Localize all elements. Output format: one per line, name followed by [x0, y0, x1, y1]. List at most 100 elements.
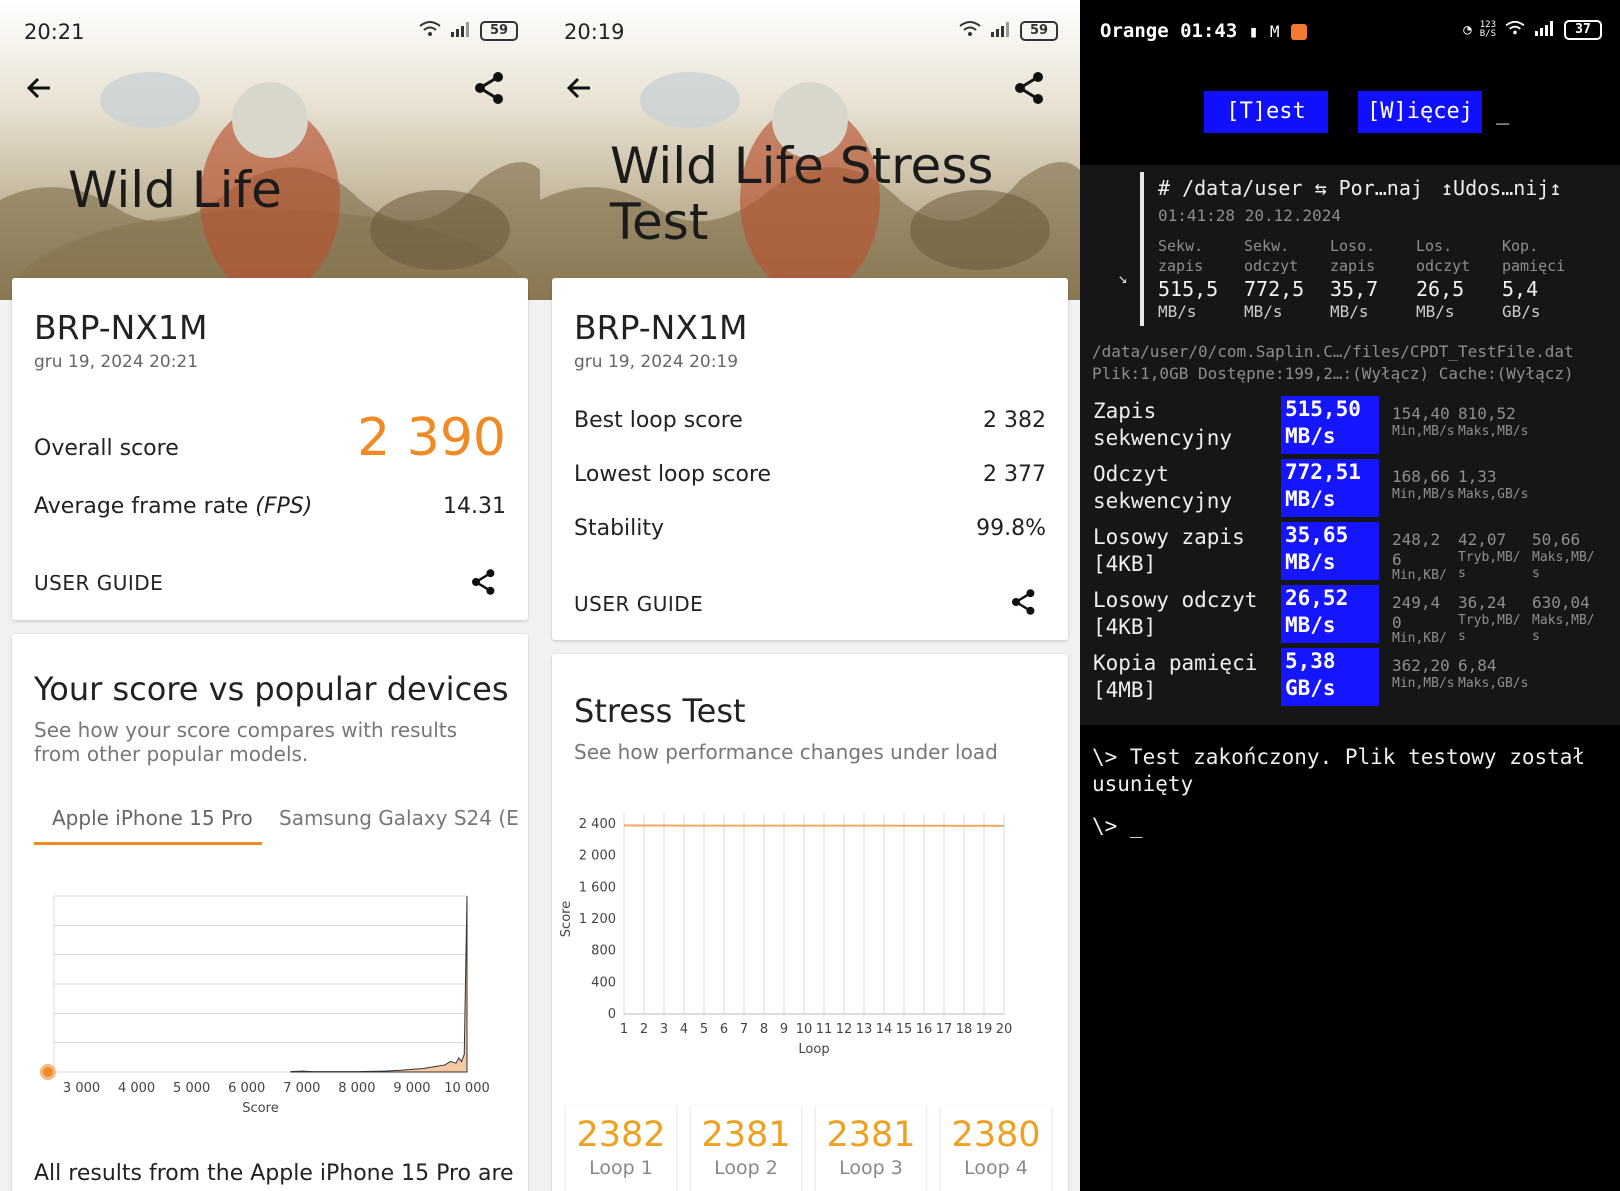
status-bar: 20:19 59 [540, 0, 1080, 64]
x-tick-label: 7 [740, 1022, 748, 1037]
summary-unit: MB/s [1416, 302, 1455, 321]
loop-score: 2380 [951, 1115, 1041, 1155]
share-icon [1012, 589, 1035, 615]
compare-button[interactable]: ⇆ Por…naj [1315, 176, 1423, 200]
x-tick-label: 5 000 [173, 1081, 210, 1096]
back-arrow-icon [566, 77, 590, 99]
x-tick-label: 3 [660, 1022, 668, 1037]
wifi-icon [418, 20, 442, 42]
active-tab-indicator [34, 842, 262, 845]
operation-result: 515,50 MB/s [1281, 396, 1379, 454]
summary-unit: MB/s [1158, 302, 1197, 321]
x-tick-label: 19 [976, 1022, 993, 1037]
summary-column: Sekw. zapis 515,5 MB/s [1158, 236, 1242, 322]
loop-tile: 2381 Loop 3 [816, 1105, 926, 1191]
wifi-icon [1504, 20, 1526, 40]
operation-stat-c: 630,04 [1532, 593, 1590, 612]
x-tick-label: 9 [780, 1022, 788, 1037]
status-bar-right: ◔ 123 B/S 37 [1463, 20, 1602, 40]
x-tick-label: 13 [856, 1022, 873, 1037]
user-guide-link[interactable]: USER GUIDE [34, 571, 163, 595]
loop-tile: 2381 Loop 2 [691, 1105, 801, 1191]
y-tick-label: 0 [608, 1007, 616, 1022]
operation-stat-a: 362,20 [1392, 656, 1450, 675]
back-button[interactable] [20, 68, 60, 108]
summary-column: Loso. zapis 35,7 MB/s [1330, 236, 1414, 322]
card-share-button[interactable] [468, 566, 500, 598]
x-tick-label: 1 [620, 1022, 628, 1037]
selected-result-marker [1140, 172, 1144, 326]
operation-stat-a: 154,40 [1392, 404, 1450, 423]
x-tick-label: 8 000 [338, 1081, 375, 1096]
test-file-info: Plik:1,0GB Dostępne:199,2…:(Wyłącz) Cach… [1092, 364, 1574, 383]
operation-row: Losowy odczyt [4KB] 26,52 MB/s 249,4 0 Min,… [1080, 585, 1620, 646]
more-button[interactable]: [W]ięcej [1358, 91, 1482, 133]
score-distribution-chart: 3 000 4 000 5 000 6 000 7 000 8 000 9 000 10 00… [39, 895, 490, 1116]
battery-icon: 59 [1020, 21, 1058, 41]
tab-apple-iphone-15-pro[interactable]: Apple iPhone 15 Pro [52, 806, 253, 830]
lowest-loop-label: Lowest loop score [574, 462, 772, 487]
operation-stat-a-unit: Min,MB/s [1392, 424, 1455, 439]
operation-stat-c-unit: Maks,MB/ s [1532, 550, 1595, 581]
page-title-line-2: Test [610, 193, 709, 251]
operation-stat-b: 42,07 [1458, 530, 1507, 549]
x-tick-label: 6 000 [228, 1081, 265, 1096]
header-share-button[interactable] [1010, 68, 1050, 108]
best-loop-value: 2 382 [983, 408, 1046, 433]
data-saver-icon: ◔ [1463, 22, 1472, 38]
result-date: gru 19, 2024 20:21 [34, 352, 199, 372]
x-tick-label: 16 [916, 1022, 933, 1037]
summary-label: Sekw. odczyt [1244, 237, 1299, 275]
x-tick-label: 5 [700, 1022, 708, 1037]
wifi-icon [958, 20, 982, 42]
x-tick-label: 3 000 [63, 1081, 100, 1096]
result-path: /data/user [1182, 176, 1303, 200]
summary-label: Los. odczyt [1416, 237, 1471, 275]
card-share-button[interactable] [1008, 586, 1040, 618]
status-bar-left: Orange 01:43 ▮ M [1100, 20, 1307, 42]
operation-row: Losowy zapis [4KB] 35,65 MB/s 248,2 6 Min,K… [1080, 522, 1620, 583]
operation-row: Kopia pamięci [4MB] 5,38 GB/s 362,20 Min,MB… [1080, 648, 1620, 706]
stress-test-title: Stress Test [574, 692, 746, 730]
result-card: BRP-NX1M gru 19, 2024 20:21 Overall scor… [12, 278, 528, 620]
device-name: BRP-NX1M [34, 308, 208, 347]
loop-score: 2381 [701, 1115, 791, 1155]
page-title: Wild Life Stress Test [610, 138, 993, 250]
x-tick-label: 20 [996, 1022, 1013, 1037]
share-result-button[interactable]: ↥Udos…nij↥ [1441, 176, 1561, 200]
x-tick-label: 10 000 [444, 1081, 490, 1096]
x-tick-label: 18 [956, 1022, 973, 1037]
fps-value: 14.31 [443, 494, 506, 519]
fps-label: Average frame rate (FPS) [34, 494, 313, 519]
result-date: gru 19, 2024 20:19 [574, 352, 739, 372]
y-axis-label: Score [559, 901, 574, 937]
stress-test-chart: 1 2 3 4 5 6 7 8 9 10 11 12 13 14 15 16 17 18 19 2004008001 … [559, 814, 1013, 1057]
fps-unit: (FPS) [255, 494, 313, 519]
compare-footer-text: All results from the Apple iPhone 15 Pro… [34, 1161, 514, 1186]
expand-arrow-icon[interactable]: ↘ [1118, 268, 1128, 287]
x-tick-label: 6 [720, 1022, 728, 1037]
network-speed: 123 B/S [1479, 20, 1496, 39]
test-button[interactable]: [T]est [1204, 91, 1328, 133]
header-share-button[interactable] [470, 68, 510, 108]
summary-unit: MB/s [1330, 302, 1369, 321]
back-button[interactable] [560, 68, 600, 108]
stability-label: Stability [574, 516, 665, 541]
result-header: # /data/user ⇆ Por…naj ↥Udos…nij↥ [1158, 176, 1561, 200]
operation-row: Zapis sekwencyjny 515,50 MB/s 154,40 Min,MB… [1080, 396, 1620, 454]
operation-stat-c: 50,66 [1532, 530, 1581, 549]
best-loop-label: Best loop score [574, 408, 743, 433]
operation-stat-b-unit: Tryb,MB/ s [1458, 550, 1521, 581]
back-arrow-icon [26, 77, 50, 99]
tab-samsung-galaxy-s24[interactable]: Samsung Galaxy S24 (E› [279, 806, 519, 830]
battery-icon: 59 [480, 21, 518, 41]
operation-stat-a-unit: Min,MB/s [1392, 487, 1455, 502]
x-axis-label: Score [242, 1101, 278, 1116]
page-title: Wild Life [68, 161, 282, 219]
operation-stat-c-unit: Maks,MB/ s [1532, 613, 1595, 644]
user-guide-link[interactable]: USER GUIDE [574, 592, 703, 616]
operation-label: Odczyt sekwencyjny [1093, 462, 1233, 513]
x-tick-label: 2 [640, 1022, 648, 1037]
x-tick-label: 4 [680, 1022, 688, 1037]
operation-stat-b: 810,52 [1458, 404, 1516, 423]
